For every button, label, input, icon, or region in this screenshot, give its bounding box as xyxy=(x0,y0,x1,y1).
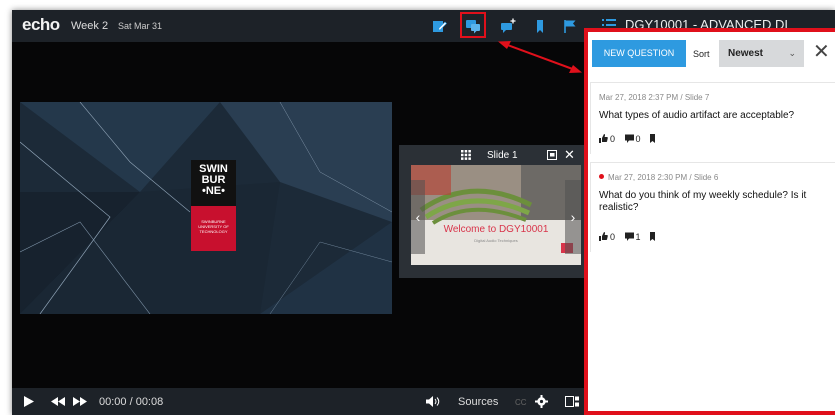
next-slide-button[interactable]: › xyxy=(565,180,581,254)
gear-icon[interactable] xyxy=(535,395,548,408)
like-button[interactable]: 0 xyxy=(599,232,615,242)
question-card[interactable]: Mar 27, 2018 2:37 PM / Slide 7 What type… xyxy=(590,82,835,154)
echo-player-window: echo Week 2 Sat Mar 31 DGY10001 - ADVANC… xyxy=(12,10,835,415)
volume-icon[interactable] xyxy=(426,396,440,407)
sort-value: Newest xyxy=(728,48,764,59)
slide-photo xyxy=(411,165,581,265)
bookmark-icon xyxy=(650,134,656,143)
sources-button[interactable]: Sources xyxy=(458,396,498,408)
question-meta-row: Mar 27, 2018 2:30 PM / Slide 6 xyxy=(599,173,718,182)
new-question-button[interactable]: NEW QUESTION xyxy=(592,40,686,67)
slide-panel-header: Slide 1 ✕ xyxy=(399,145,592,165)
like-button[interactable]: 0 xyxy=(599,134,615,144)
bookmark-button[interactable] xyxy=(650,232,657,242)
slide-subtitle: Digital Audio Techniques xyxy=(474,238,518,243)
layout-icon[interactable] xyxy=(565,396,579,407)
date-label: Sat Mar 31 xyxy=(118,21,163,31)
thumbs-up-icon xyxy=(599,134,608,143)
question-stats: 0 0 xyxy=(599,134,664,144)
flag-icon[interactable] xyxy=(562,18,578,34)
close-icon[interactable]: ✕ xyxy=(564,147,575,163)
slide-thumbnail[interactable]: Welcome to DGY10001 Digital Audio Techni… xyxy=(411,165,581,265)
sort-dropdown[interactable]: Newest ⌄ xyxy=(719,40,804,67)
question-text: What do you think of my weekly schedule?… xyxy=(599,190,807,213)
question-text: What types of audio artifact are accepta… xyxy=(599,110,795,121)
comment-button[interactable]: 0 xyxy=(624,134,641,144)
question-card[interactable]: Mar 27, 2018 2:30 PM / Slide 6 What do y… xyxy=(590,162,835,252)
comment-icon xyxy=(624,232,634,241)
qa-panel-header: NEW QUESTION Sort Newest ⌄ ✕ xyxy=(588,32,835,74)
slide-title: Welcome to DGY10001 xyxy=(443,224,549,235)
bookmark-button[interactable] xyxy=(650,134,657,144)
question-meta: Mar 27, 2018 2:30 PM / Slide 6 xyxy=(608,173,719,182)
comment-count: 0 xyxy=(635,134,641,144)
notes-icon[interactable] xyxy=(431,18,447,34)
comment-count: 1 xyxy=(635,232,641,242)
chevron-down-icon: ⌄ xyxy=(788,48,796,58)
thumbs-up-icon xyxy=(599,232,608,241)
like-count: 0 xyxy=(610,134,616,144)
slide-preview-panel: Slide 1 ✕ Welcome to DGY10001 Digital Au… xyxy=(399,145,592,278)
grid-icon[interactable] xyxy=(461,150,471,160)
playback-time: 00:00 / 00:08 xyxy=(99,396,164,408)
qa-panel: NEW QUESTION Sort Newest ⌄ ✕ Mar 27, 201… xyxy=(584,28,835,415)
logo-line-3: •NE• xyxy=(202,185,225,197)
qa-icon[interactable] xyxy=(465,18,481,34)
expand-icon[interactable] xyxy=(547,150,557,160)
previous-slide-button[interactable]: ‹ xyxy=(411,180,425,254)
rewind-icon[interactable] xyxy=(51,397,65,406)
play-icon[interactable] xyxy=(24,396,34,407)
like-count: 0 xyxy=(610,232,616,242)
close-icon[interactable]: ✕ xyxy=(813,41,830,63)
lecture-video[interactable]: SWIN BUR •NE• SWINBURNE UNIVERSITY OF TE… xyxy=(20,102,392,314)
echo-logo: echo xyxy=(22,15,60,34)
unread-indicator xyxy=(599,174,604,179)
closed-captions-button[interactable]: CC xyxy=(515,398,527,407)
bookmark-icon xyxy=(650,232,656,241)
swinburne-logo-subtext: SWINBURNE UNIVERSITY OF TECHNOLOGY xyxy=(191,206,236,251)
comment-icon xyxy=(624,134,634,143)
swinburne-logo: SWIN BUR •NE• SWINBURNE UNIVERSITY OF TE… xyxy=(191,160,236,251)
question-meta: Mar 27, 2018 2:37 PM / Slide 7 xyxy=(599,93,710,102)
bookmark-icon[interactable] xyxy=(532,18,548,34)
sort-label: Sort xyxy=(693,49,710,59)
fast-forward-icon[interactable] xyxy=(73,397,87,406)
week-label: Week 2 xyxy=(71,20,109,32)
slide-number: Slide 1 xyxy=(487,150,518,161)
add-comment-icon[interactable] xyxy=(500,18,516,34)
question-stats: 0 1 xyxy=(599,232,664,242)
comment-button[interactable]: 1 xyxy=(624,232,641,242)
swinburne-logo-wordmark: SWIN BUR •NE• xyxy=(191,160,236,206)
